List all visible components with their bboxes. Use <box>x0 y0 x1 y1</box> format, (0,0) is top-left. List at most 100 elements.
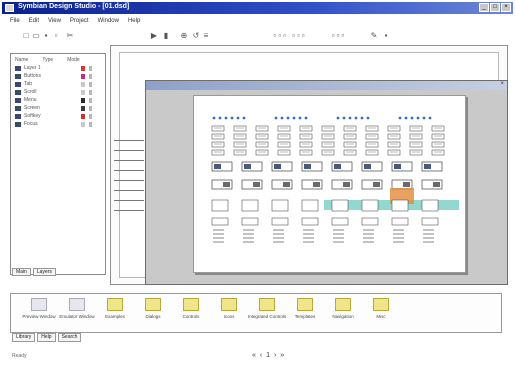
layer-row[interactable]: Tab <box>15 81 101 88</box>
tray-item[interactable]: Dialogs <box>133 298 173 332</box>
document-window[interactable]: × <box>145 80 508 285</box>
layer-visibility-toggle[interactable] <box>89 98 92 103</box>
cut-icon[interactable]: ✂ <box>66 31 74 40</box>
layer-visibility-toggle[interactable] <box>89 90 92 95</box>
screen-thumbnail <box>321 149 335 156</box>
menu-file[interactable]: File <box>10 18 20 24</box>
tab-layers[interactable]: Layers <box>32 268 56 276</box>
layer-name: Tab <box>24 81 33 87</box>
screen-image <box>274 164 281 169</box>
close-button[interactable]: × <box>501 3 511 12</box>
screen-image <box>214 164 221 169</box>
layer-color-swatch[interactable] <box>81 122 85 127</box>
tray-item[interactable]: Emulator Window <box>57 298 97 332</box>
screen-image <box>433 182 440 187</box>
layer-icon <box>15 82 21 87</box>
tab-help[interactable]: Help <box>37 333 56 342</box>
layer-color-swatch[interactable] <box>81 74 85 79</box>
document-close-button[interactable]: × <box>500 81 504 87</box>
layer-row[interactable]: Layer 1 <box>15 65 101 72</box>
layer-row[interactable]: Focus <box>15 121 101 128</box>
tray-item[interactable]: Navigation <box>323 298 363 332</box>
tab-search[interactable]: Search <box>57 333 82 342</box>
tray-item-label: Navigation <box>332 314 354 319</box>
layer-visibility-toggle[interactable] <box>89 106 92 111</box>
tray-item[interactable]: Integrated Controls <box>247 298 287 332</box>
screen-thumbnail <box>255 125 269 132</box>
screen-thumbnail <box>365 149 379 156</box>
menu-window[interactable]: Window <box>98 18 119 24</box>
tab-library[interactable]: Library <box>12 333 36 342</box>
layer-visibility-toggle[interactable] <box>89 74 92 79</box>
document-titlebar[interactable]: × <box>146 81 507 90</box>
layer-name: Screen <box>24 105 40 111</box>
layer-icon <box>15 74 21 79</box>
tray-item[interactable]: Controls <box>171 298 211 332</box>
tray-item[interactable]: Misc <box>361 298 401 332</box>
layer-color-swatch[interactable] <box>81 106 85 111</box>
menu-edit[interactable]: Edit <box>29 18 39 24</box>
menu-project[interactable]: Project <box>70 18 89 24</box>
screen-thumbnail <box>409 141 423 148</box>
layer-name: Focus <box>24 121 38 127</box>
app-icon[interactable] <box>5 4 14 12</box>
tab-main[interactable]: Main <box>12 268 31 276</box>
window-icon <box>31 298 47 311</box>
layer-color-swatch[interactable] <box>81 114 85 119</box>
print-icon[interactable]: ▫ <box>52 31 60 40</box>
align-icon[interactable]: ≡ <box>202 31 210 40</box>
layer-visibility-toggle[interactable] <box>89 66 92 71</box>
layer-color-swatch[interactable] <box>81 82 85 87</box>
layer-visibility-toggle[interactable] <box>89 122 92 127</box>
layer-color-swatch[interactable] <box>81 98 85 103</box>
screen-image <box>403 182 410 187</box>
screen-thumbnail <box>255 141 269 148</box>
folder-icon <box>297 298 313 311</box>
menu-help[interactable]: Help <box>128 18 140 24</box>
group-icon[interactable]: ▫▫▫ ▫▫▫ <box>260 31 320 40</box>
minimize-button[interactable]: _ <box>479 3 489 12</box>
open-icon[interactable]: ▭ <box>32 31 40 40</box>
rotate-icon[interactable]: ↺ <box>192 31 200 40</box>
tray-item[interactable]: Examples <box>95 298 135 332</box>
col-type: Type <box>42 57 54 63</box>
hand-icon[interactable]: ▪ <box>382 31 390 40</box>
tray-item[interactable]: Templates <box>285 298 325 332</box>
design-sheet[interactable] <box>193 95 466 273</box>
layer-color-swatch[interactable] <box>81 66 85 71</box>
tray-item[interactable]: Preview Window <box>19 298 59 332</box>
screen-thumbnail <box>343 125 357 132</box>
zoom-icon[interactable]: ⊕ <box>180 31 188 40</box>
maximize-button[interactable]: □ <box>490 3 500 12</box>
page-navigator[interactable]: « ‹ 1 › » <box>252 352 285 359</box>
menu-view[interactable]: View <box>48 18 61 24</box>
layer-row[interactable]: Screen <box>15 105 101 112</box>
layer-visibility-toggle[interactable] <box>89 114 92 119</box>
layer-visibility-toggle[interactable] <box>89 82 92 87</box>
screen-thumbnail <box>431 141 445 148</box>
layer-color-swatch[interactable] <box>81 90 85 95</box>
window-title: Symbian Design Studio - [01.dsd] <box>18 3 130 10</box>
screen-thumbnail <box>321 141 335 148</box>
screen-thumbnail <box>387 149 401 156</box>
select-icon[interactable]: ▮ <box>162 31 170 40</box>
pointer-icon[interactable]: ▶ <box>150 31 158 40</box>
layer-row[interactable]: Buttons <box>15 73 101 80</box>
node-dot <box>224 116 228 120</box>
screen-thumbnail <box>409 125 423 132</box>
layer-row[interactable]: Scroll <box>15 89 101 96</box>
node-dot <box>416 116 420 120</box>
screen-thumbnail <box>211 133 225 140</box>
grid-icon[interactable]: ▫▫▫ <box>324 31 354 40</box>
save-icon[interactable]: ▪ <box>42 31 50 40</box>
layer-row[interactable]: Softkey <box>15 113 101 120</box>
layer-icon <box>15 106 21 111</box>
layer-row[interactable]: Menu <box>15 97 101 104</box>
tray-item[interactable]: Icons <box>209 298 249 332</box>
new-icon[interactable]: □ <box>22 31 30 40</box>
screen-thumbnail <box>409 149 423 156</box>
node-dot <box>428 116 432 120</box>
pencil-icon[interactable]: ✎ <box>370 31 378 40</box>
tray-item-label: Dialogs <box>145 314 161 319</box>
tray-item-label: Emulator Window <box>59 314 95 319</box>
